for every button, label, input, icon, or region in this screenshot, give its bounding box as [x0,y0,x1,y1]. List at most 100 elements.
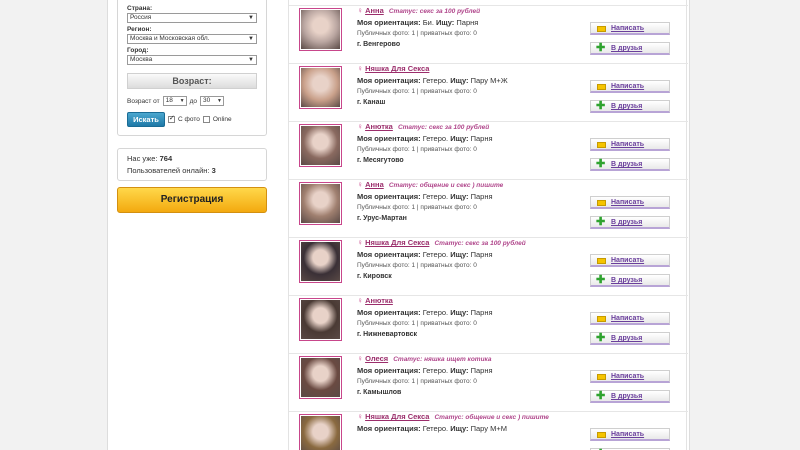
female-icon: ♀ [357,180,363,189]
seeking-value: Парня [470,366,493,375]
plus-icon: ✚ [596,42,606,54]
photo-counts: Публичных фото: 1 | приватных фото: 0 [357,320,477,327]
plus-icon: ✚ [596,390,606,402]
write-button-label: Написать [611,373,645,380]
profile-photo[interactable] [299,298,342,341]
profile-name[interactable]: Олеся [365,354,388,363]
seeking-label: Ищу: [450,366,469,375]
add-friend-button[interactable]: ✚ В друзья [590,42,670,55]
female-icon: ♀ [357,64,363,73]
profile-city: г. Канаш [357,99,386,106]
seeking-label: Ищу: [450,192,469,201]
add-friend-button[interactable]: ✚ В друзья [590,274,670,287]
profile-name[interactable]: Анютка [365,296,393,305]
envelope-icon [597,142,606,148]
female-icon: ♀ [357,354,363,363]
name-line: ♀ Анна Статус: секс за 100 рублей [357,6,587,17]
write-button[interactable]: Написать [590,312,670,325]
female-icon: ♀ [357,412,363,421]
add-friend-button[interactable]: ✚ В друзья [590,158,670,171]
orientation-value: Гетеро. [422,366,449,375]
orientation-line: Моя ориентация: Гетеро. Ищу: Пару М+М [357,423,587,434]
profile-list: ♀ Анна Статус: секс за 100 рублей Моя ор… [288,0,688,450]
profile-photo[interactable] [299,66,342,109]
profile-photo-image [301,300,340,339]
profile-info: ♀ Няшка Для Секса Статус: секс за 100 ру… [357,238,587,283]
orientation-value: Гетеро. [422,192,449,201]
name-line: ♀ Олеся Статус: няшка ищет котика [357,354,587,365]
age-to-value: 30 [203,97,211,104]
envelope-icon [597,26,606,32]
orientation-line: Моя ориентация: Гетеро. Ищу: Парня [357,249,587,260]
profile-photo-image [301,10,340,49]
write-button-label: Написать [611,257,645,264]
age-from-value: 18 [165,97,173,104]
with-photo-checkbox[interactable] [168,114,175,123]
orientation-value: Би. [422,18,434,27]
profile-name[interactable]: Анна [365,180,384,189]
age-to-select[interactable]: 30 ▼ [200,96,224,106]
profile-info: ♀ Анютка Статус: секс за 100 рублей Моя … [357,122,587,167]
register-button[interactable]: Регистрация [117,187,267,213]
profile-photo-image [301,68,340,107]
write-button[interactable]: Написать [590,428,670,441]
region-value: Москва и Московская обл. [130,35,210,42]
total-users-line: Нас уже: 764 [127,153,257,165]
list-item: ♀ Няшка Для Секса Статус: общение и секс… [289,412,688,450]
profile-name[interactable]: Няшка Для Секса [365,238,429,247]
profile-name[interactable]: Няшка Для Секса [365,64,429,73]
age-row: Возраст от 18 ▼ до 30 ▼ [127,96,257,106]
profile-photo[interactable] [299,8,342,51]
envelope-icon [597,84,606,90]
seeking-label: Ищу: [436,18,455,27]
plus-icon: ✚ [596,216,606,228]
stats-panel: Нас уже: 764 Пользователей онлайн: 3 [117,148,267,181]
profile-city: г. Месягутово [357,157,404,164]
region-select[interactable]: Москва и Московская обл. ▼ [127,34,257,44]
city-select[interactable]: Москва ▼ [127,55,257,65]
profile-photo[interactable] [299,414,342,450]
orientation-label: Моя ориентация: [357,18,421,27]
write-button[interactable]: Написать [590,22,670,35]
profile-city: г. Венгерово [357,41,401,48]
country-select[interactable]: Россия ▼ [127,13,257,23]
profile-city: г. Урус-Мартан [357,215,407,222]
profile-name[interactable]: Анютка [365,122,393,131]
search-button[interactable]: Искать [127,112,165,127]
list-item: ♀ Няшка Для Секса Статус: секс за 100 ру… [289,238,688,296]
write-button[interactable]: Написать [590,370,670,383]
profile-photo-image [301,126,340,165]
chevron-down-icon: ▼ [217,98,222,104]
write-button[interactable]: Написать [590,138,670,151]
profile-photo[interactable] [299,356,342,399]
add-friend-button[interactable]: ✚ В друзья [590,390,670,403]
profile-name[interactable]: Анна [365,6,384,15]
write-button[interactable]: Написать [590,254,670,267]
profile-info: ♀ Няшка Для Секса Статус: общение и секс… [357,412,587,434]
name-line: ♀ Анютка [357,296,587,307]
name-line: ♀ Няшка Для Секса [357,64,587,75]
profile-photo[interactable] [299,182,342,225]
add-friend-button[interactable]: ✚ В друзья [590,332,670,345]
female-icon: ♀ [357,122,363,131]
profile-info: ♀ Анна Статус: секс за 100 рублей Моя ор… [357,6,587,51]
age-from-select[interactable]: 18 ▼ [162,96,187,106]
add-friend-button[interactable]: ✚ В друзья [590,216,670,229]
profile-photo-image [301,358,340,397]
profile-info: ♀ Анютка Моя ориентация: Гетеро. Ищу: Па… [357,296,587,341]
write-button-label: Написать [611,141,645,148]
chevron-down-icon: ▼ [248,15,254,21]
write-button[interactable]: Написать [590,80,670,93]
profile-name[interactable]: Няшка Для Секса [365,412,429,421]
profile-photo[interactable] [299,124,342,167]
seeking-label: Ищу: [450,76,469,85]
list-item: ♀ Няшка Для Секса Моя ориентация: Гетеро… [289,64,688,122]
plus-icon: ✚ [596,158,606,170]
profile-status: Статус: няшка ищет котика [393,356,492,363]
profile-photo[interactable] [299,240,342,283]
orientation-line: Моя ориентация: Гетеро. Ищу: Пару М+Ж [357,75,587,86]
online-checkbox[interactable] [202,116,210,123]
photo-counts: Публичных фото: 1 | приватных фото: 0 [357,378,477,385]
add-friend-button[interactable]: ✚ В друзья [590,100,670,113]
write-button[interactable]: Написать [590,196,670,209]
